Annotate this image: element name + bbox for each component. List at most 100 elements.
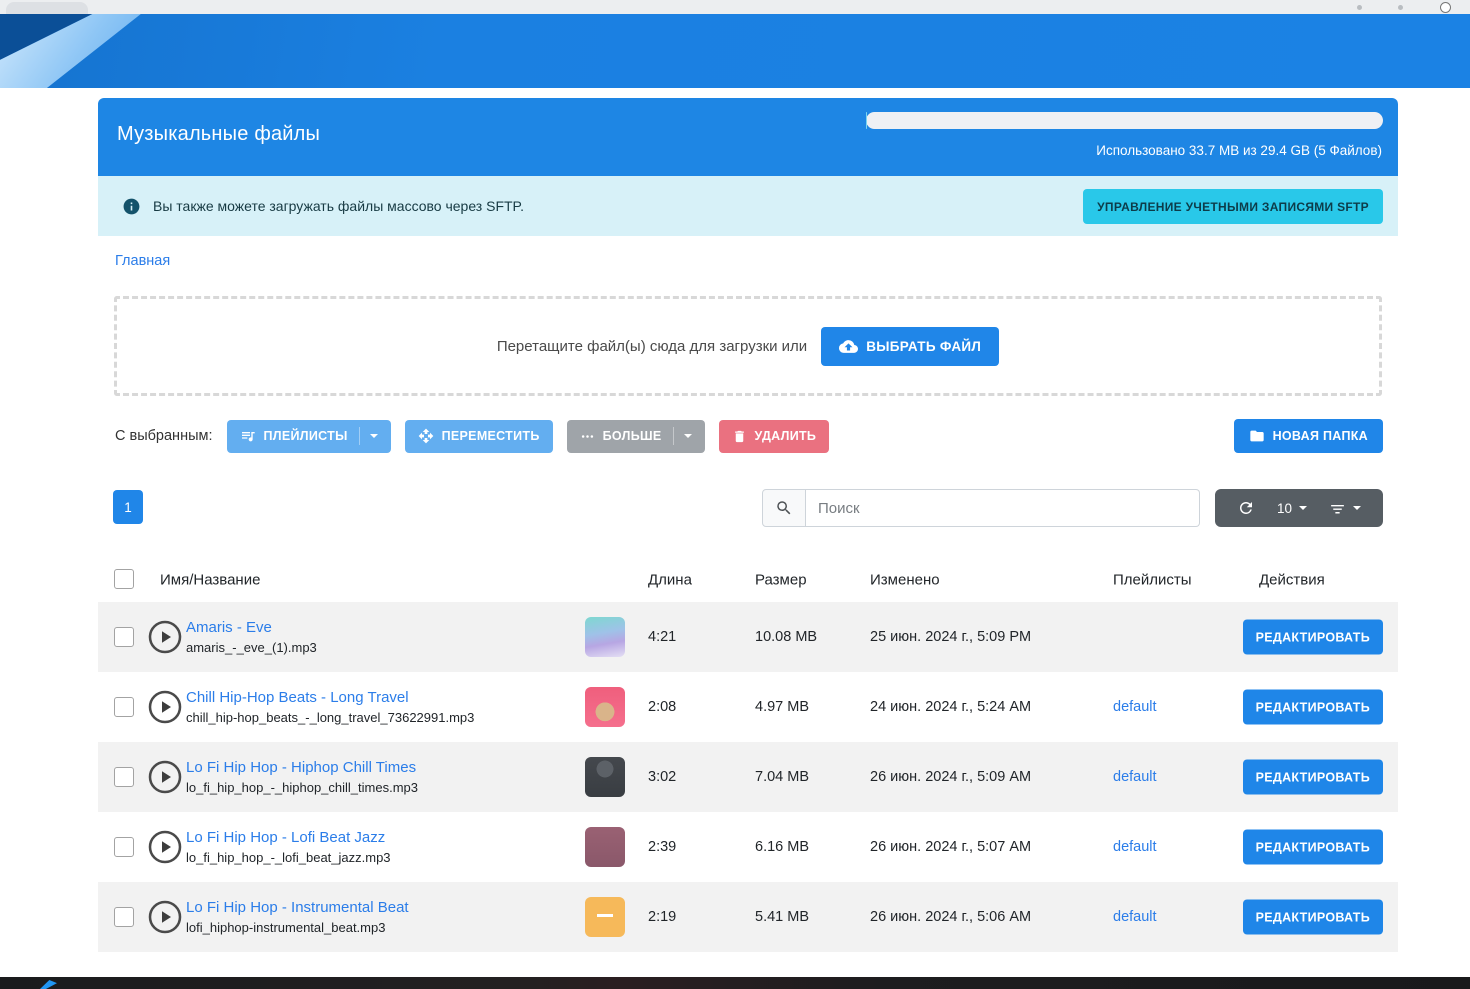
file-title-block: Lo Fi Hip Hop - Lofi Beat Jazz lo_fi_hip… (186, 829, 391, 865)
sftp-info-text: Вы также можете загружать файлы массово … (153, 198, 524, 214)
site-banner (0, 14, 1470, 88)
column-header-name: Имя/Название (160, 571, 260, 588)
playlists-button[interactable]: ПЛЕЙЛИСТЫ (227, 420, 391, 453)
album-art (585, 757, 625, 797)
search-input[interactable] (806, 489, 1200, 527)
panel-header: Музыкальные файлы Использовано 33.7 MB и… (98, 98, 1398, 176)
sort-icon (1329, 500, 1346, 517)
table-row: Lo Fi Hip Hop - Lofi Beat Jazz lo_fi_hip… (98, 812, 1398, 882)
delete-button[interactable]: УДАЛИТЬ (719, 420, 830, 453)
footer-bar (0, 977, 1470, 989)
with-selected-label: С выбранным: (115, 428, 213, 444)
size-cell: 6.16 MB (755, 839, 809, 855)
duration-cell: 3:02 (648, 769, 676, 785)
modified-cell: 26 июн. 2024 г., 5:09 AM (870, 769, 1031, 785)
size-cell: 10.08 MB (755, 629, 817, 645)
album-art (585, 617, 625, 657)
select-all-checkbox[interactable] (114, 569, 134, 589)
size-cell: 5.41 MB (755, 909, 809, 925)
list-toolbar-row: 1 10 (98, 489, 1398, 527)
per-page-value: 10 (1277, 501, 1292, 516)
pagination-page-button[interactable]: 1 (113, 490, 143, 524)
refresh-icon (1237, 499, 1255, 517)
file-title-link[interactable]: Lo Fi Hip Hop - Hiphop Chill Times (186, 759, 418, 776)
edit-button[interactable]: РЕДАКТИРОВАТЬ (1243, 900, 1383, 935)
play-button[interactable] (147, 829, 183, 865)
row-checkbox[interactable] (114, 697, 134, 717)
column-header-playlists: Плейлисты (1113, 571, 1192, 588)
per-page-dropdown[interactable]: 10 (1277, 501, 1307, 516)
play-button[interactable] (147, 899, 183, 935)
album-art (585, 687, 625, 727)
new-folder-label: НОВАЯ ПАПКА (1273, 429, 1368, 443)
new-folder-button[interactable]: НОВАЯ ПАПКА (1234, 419, 1383, 453)
refresh-button[interactable] (1237, 499, 1255, 517)
delete-label: УДАЛИТЬ (755, 429, 817, 443)
playlist-link[interactable]: default (1113, 699, 1157, 715)
screen: Музыкальные файлы Использовано 33.7 MB и… (0, 0, 1470, 989)
modified-cell: 26 июн. 2024 г., 5:07 AM (870, 839, 1031, 855)
dropzone-text: Перетащите файл(ы) сюда для загрузки или (497, 338, 807, 355)
album-art (585, 897, 625, 937)
footer-logo (40, 980, 57, 989)
file-name: amaris_-_eve_(1).mp3 (186, 640, 317, 655)
row-checkbox[interactable] (114, 627, 134, 647)
column-header-size: Размер (755, 571, 807, 588)
file-title-link[interactable]: Lo Fi Hip Hop - Lofi Beat Jazz (186, 829, 391, 846)
play-icon (147, 759, 183, 795)
play-button[interactable] (147, 759, 183, 795)
playlist-link[interactable]: default (1113, 769, 1157, 785)
browser-profile-icon[interactable] (1440, 2, 1451, 13)
storage-progress-bar (866, 112, 1383, 129)
file-name: lo_fi_hip_hop_-_hiphop_chill_times.mp3 (186, 780, 418, 795)
play-button[interactable] (147, 619, 183, 655)
browser-tab[interactable] (6, 2, 88, 14)
breadcrumb-home-link[interactable]: Главная (115, 253, 170, 269)
file-name: lo_fi_hip_hop_-_lofi_beat_jazz.mp3 (186, 850, 391, 865)
storage-progress-fill (866, 112, 867, 129)
search-group (762, 489, 1200, 527)
file-name: lofi_hiphop-instrumental_beat.mp3 (186, 920, 409, 935)
move-label: ПЕРЕМЕСТИТЬ (442, 429, 540, 443)
file-name: chill_hip-hop_beats_-_long_travel_736229… (186, 710, 474, 725)
file-title-block: Chill Hip-Hop Beats - Long Travel chill_… (186, 689, 474, 725)
chevron-down-icon (1353, 506, 1361, 510)
browser-icon[interactable] (1357, 5, 1362, 10)
file-title-link[interactable]: Chill Hip-Hop Beats - Long Travel (186, 689, 474, 706)
row-checkbox[interactable] (114, 907, 134, 927)
info-icon (122, 197, 141, 216)
edit-button[interactable]: РЕДАКТИРОВАТЬ (1243, 760, 1383, 795)
table-header-row: Имя/Название Длина Размер Изменено Плейл… (98, 557, 1398, 602)
file-title-link[interactable]: Amaris - Eve (186, 619, 317, 636)
storage-usage-text: Использовано 33.7 MB из 29.4 GB (5 Файло… (1096, 143, 1382, 158)
row-checkbox[interactable] (114, 837, 134, 857)
sftp-info-banner: Вы также можете загружать файлы массово … (98, 176, 1398, 236)
sort-dropdown[interactable] (1329, 500, 1361, 517)
move-button[interactable]: ПЕРЕМЕСТИТЬ (405, 420, 553, 453)
browser-chrome (0, 0, 1470, 14)
playlist-link[interactable]: default (1113, 839, 1157, 855)
file-title-block: Lo Fi Hip Hop - Hiphop Chill Times lo_fi… (186, 759, 418, 795)
size-cell: 4.97 MB (755, 699, 809, 715)
manage-sftp-accounts-button[interactable]: УПРАВЛЕНИЕ УЧЕТНЫМИ ЗАПИСЯМИ SFTP (1083, 189, 1383, 224)
edit-button[interactable]: РЕДАКТИРОВАТЬ (1243, 690, 1383, 725)
file-title-block: Amaris - Eve amaris_-_eve_(1).mp3 (186, 619, 317, 655)
table-options-toolbar: 10 (1215, 489, 1383, 527)
playlist-link[interactable]: default (1113, 909, 1157, 925)
play-button[interactable] (147, 689, 183, 725)
table-row: Lo Fi Hip Hop - Hiphop Chill Times lo_fi… (98, 742, 1398, 812)
file-title-link[interactable]: Lo Fi Hip Hop - Instrumental Beat (186, 899, 409, 916)
row-checkbox[interactable] (114, 767, 134, 787)
more-button[interactable]: БОЛЬШЕ (567, 420, 705, 453)
column-header-actions: Действия (1259, 571, 1325, 588)
playlists-label: ПЛЕЙЛИСТЫ (264, 429, 348, 443)
table-row: Lo Fi Hip Hop - Instrumental Beat lofi_h… (98, 882, 1398, 952)
edit-button[interactable]: РЕДАКТИРОВАТЬ (1243, 620, 1383, 655)
browser-icon[interactable] (1398, 5, 1403, 10)
edit-button[interactable]: РЕДАКТИРОВАТЬ (1243, 830, 1383, 865)
choose-file-label: ВЫБРАТЬ ФАЙЛ (866, 339, 981, 354)
choose-file-button[interactable]: ВЫБРАТЬ ФАЙЛ (821, 327, 999, 366)
size-cell: 7.04 MB (755, 769, 809, 785)
upload-dropzone[interactable]: Перетащите файл(ы) сюда для загрузки или… (114, 296, 1382, 396)
file-title-block: Lo Fi Hip Hop - Instrumental Beat lofi_h… (186, 899, 409, 935)
